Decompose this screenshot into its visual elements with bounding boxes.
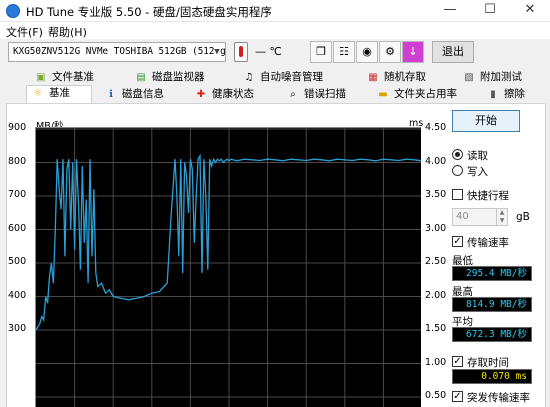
copy-info-icon[interactable]: ❐: [310, 41, 332, 63]
drive-select[interactable]: KXG50ZNV512G NVMe TOSHIBA 512GB (512 gB)…: [8, 42, 226, 62]
transfer-rate-label: 传输速率: [467, 237, 509, 249]
y-right-tick-label: 0.50: [425, 390, 447, 401]
tab-random-access[interactable]: ▦ 随机存取: [362, 70, 426, 87]
y-right-tick-label: 1.00: [425, 356, 447, 368]
random-access-icon: ▦: [368, 72, 378, 83]
toolbar: KXG50ZNV512G NVMe TOSHIBA 512GB (512 gB)…: [0, 39, 550, 67]
lightbulb-icon: ☼: [33, 88, 43, 99]
close-icon[interactable]: ✕: [510, 0, 550, 22]
y-left-tick-label: 800: [8, 155, 27, 167]
tab-health[interactable]: ✚ 健康状态: [190, 87, 254, 104]
screenshot-camera-icon[interactable]: ◉: [356, 41, 378, 63]
tab-aam[interactable]: ♫ 自动噪音管理: [238, 70, 323, 87]
folder-icon: ▬: [378, 89, 388, 100]
speaker-icon: ♫: [244, 72, 254, 83]
menu-file[interactable]: 文件(F): [6, 24, 43, 40]
transfer-rate-checkbox[interactable]: ✓: [452, 236, 463, 247]
maximize-icon[interactable]: ☐: [470, 0, 510, 22]
y-left-tick-label: 900: [8, 122, 27, 133]
max-value: 814.9 MB/秒: [452, 297, 532, 312]
access-time-checkbox[interactable]: ✓: [452, 356, 463, 367]
info-icon: ℹ: [109, 89, 113, 100]
y-left-tick-label: 300: [8, 323, 27, 334]
short-stroke-spinner[interactable]: 40 ▲ ▼: [452, 208, 508, 226]
tab-disk-info[interactable]: ℹ 磁盘信息: [100, 87, 164, 104]
tab-disk-monitor[interactable]: ▤ 磁盘监视器: [130, 70, 204, 87]
file-benchmark-icon: ▣: [36, 72, 46, 83]
tab-error-scan[interactable]: ⌕ 错误扫描: [282, 87, 346, 104]
short-stroke-label: 快捷行程: [467, 190, 509, 202]
read-label: 读取: [467, 150, 488, 162]
chart-plot: [36, 128, 421, 407]
temperature-readout: — ℃: [255, 45, 282, 58]
avg-value: 672.3 MB/秒: [452, 327, 532, 342]
app-icon: [6, 4, 20, 18]
minimize-icon[interactable]: —: [430, 0, 470, 22]
window-title: HD Tune 专业版 5.50 - 硬盘/固态硬盘实用程序: [26, 5, 272, 19]
y-left-tick-label: 600: [8, 222, 27, 234]
short-stroke-checkbox[interactable]: [452, 189, 463, 200]
y-right-tick-label: 1.50: [425, 323, 447, 334]
burst-rate-checkbox[interactable]: ✓: [452, 391, 463, 402]
short-stroke-value: 40: [456, 211, 469, 222]
y-right-tick-label: 4.50: [425, 122, 447, 133]
chevron-down-icon: ▼: [214, 47, 220, 57]
transfer-rate-chart: [35, 127, 421, 407]
burst-rate-label: 突发传输速率: [467, 392, 530, 404]
save-download-icon[interactable]: ↓: [402, 41, 424, 63]
write-label: 写入: [467, 166, 488, 178]
y-right-tick-label: 3.50: [425, 189, 447, 200]
write-radio[interactable]: [452, 165, 463, 176]
tab-benchmark[interactable]: ☼ 基准: [26, 85, 92, 104]
disk-monitor-icon: ▤: [136, 72, 146, 83]
thermometer-icon: [234, 42, 248, 62]
settings-wrench-icon[interactable]: ⚙: [379, 41, 401, 63]
tab-extra-tests[interactable]: ▧ 附加测试: [458, 70, 522, 87]
drive-select-value: KXG50ZNV512G NVMe TOSHIBA 512GB (512 gB): [13, 46, 226, 57]
copy-text-icon[interactable]: ☷: [333, 41, 355, 63]
menu-bar: 文件(F) 帮助(H): [0, 22, 550, 39]
y-right-tick-label: 3.00: [425, 222, 447, 234]
exit-button[interactable]: 退出: [432, 41, 474, 63]
start-button[interactable]: 开始: [452, 110, 520, 132]
y-right-tick-label: 2.00: [425, 289, 447, 301]
y-right-tick-label: 4.00: [425, 155, 447, 167]
tab-folder-usage[interactable]: ▬ 文件夹占用率: [372, 87, 457, 104]
y-left-tick-label: 700: [8, 189, 27, 200]
read-radio[interactable]: [452, 149, 463, 160]
y-left-tick-label: 400: [8, 289, 27, 301]
short-stroke-unit: gB: [516, 211, 530, 223]
y-left-tick-label: 500: [8, 256, 27, 267]
tab-erase[interactable]: ▮ 擦除: [482, 87, 525, 104]
spinner-arrows-icon[interactable]: ▲ ▼: [496, 209, 507, 225]
health-cross-icon: ✚: [196, 89, 206, 100]
trash-icon: ▮: [490, 89, 496, 100]
menu-help[interactable]: 帮助(H): [48, 24, 87, 40]
magnifier-icon: ⌕: [290, 89, 296, 100]
min-value: 295.4 MB/秒: [452, 266, 532, 281]
extra-tests-icon: ▧: [464, 72, 474, 83]
access-time-label: 存取时间: [467, 357, 509, 369]
access-time-value: 0.070 ms: [452, 369, 532, 384]
y-right-tick-label: 2.50: [425, 256, 447, 267]
title-bar: HD Tune 专业版 5.50 - 硬盘/固态硬盘实用程序 — ☐ ✕: [0, 0, 550, 22]
